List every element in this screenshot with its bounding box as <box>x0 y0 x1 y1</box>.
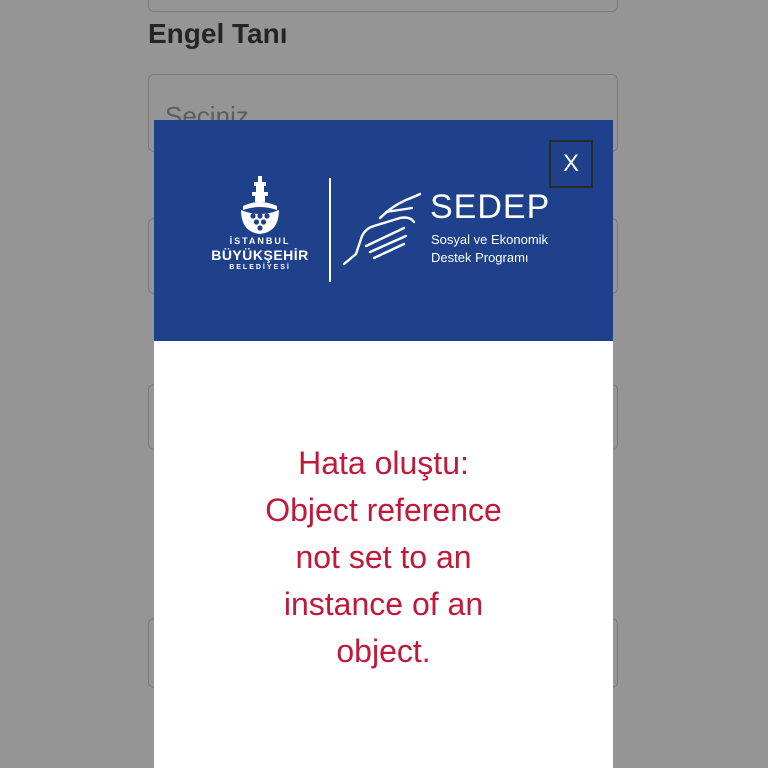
error-line: not set to an <box>295 539 472 575</box>
error-line: Object reference <box>265 492 502 528</box>
modal-header: İSTANBUL BÜYÜKŞEHİR BELEDİYESİ SEDEP Sos… <box>154 120 613 341</box>
logo-text-istanbul: İSTANBUL <box>229 236 291 246</box>
error-line: Hata oluştu: <box>298 445 469 481</box>
helping-hands-icon <box>342 192 422 266</box>
logo-divider <box>329 178 331 282</box>
sedep-subtitle-line2: Destek Programı <box>431 250 529 265</box>
ibb-logo: İSTANBUL BÜYÜKŞEHİR BELEDİYESİ <box>200 176 320 286</box>
page: Engel Tanı Seçiniz İSTANBUL BÜYÜKŞEHİR B… <box>0 0 768 768</box>
logo-text-belediyesi: BELEDİYESİ <box>229 264 291 271</box>
error-message: Hata oluştu: Object reference not set to… <box>154 440 613 675</box>
logo-text-buyuksehir: BÜYÜKŞEHİR <box>211 247 309 263</box>
error-modal: İSTANBUL BÜYÜKŞEHİR BELEDİYESİ SEDEP Sos… <box>154 120 613 768</box>
sedep-title: SEDEP <box>430 188 551 226</box>
sedep-subtitle-line1: Sosyal ve Ekonomik <box>431 232 549 247</box>
error-line: instance of an <box>283 586 484 622</box>
ibb-tower-emblem-icon <box>241 176 279 234</box>
error-line: object. <box>336 633 431 669</box>
close-button[interactable]: X <box>549 140 593 188</box>
